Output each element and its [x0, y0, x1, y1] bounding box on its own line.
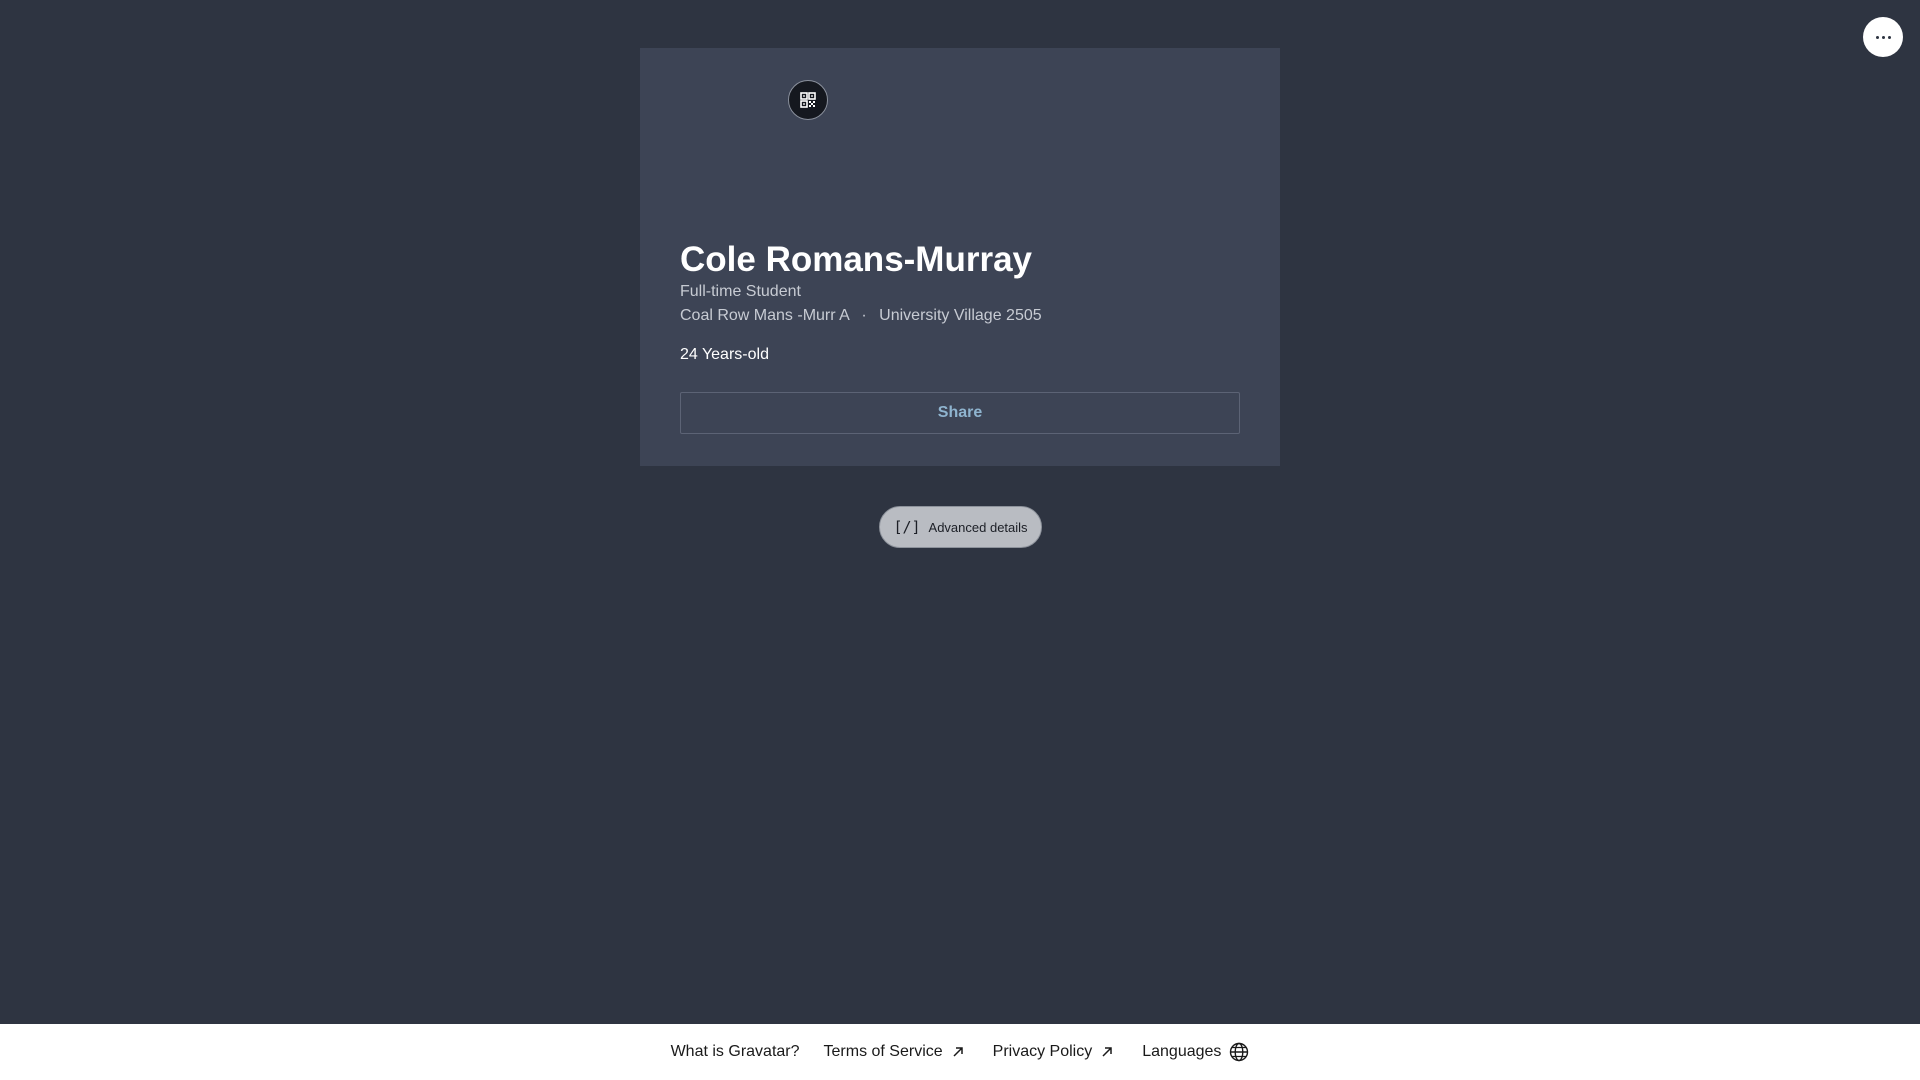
privacy-policy-link[interactable]: Privacy Policy — [993, 1043, 1115, 1061]
profile-card: Cole Romans-Murray Full-time Student Coa… — [640, 48, 1280, 466]
advanced-details-button[interactable]: [/] Advanced details — [879, 506, 1042, 548]
job-title: Full-time Student — [680, 283, 801, 300]
what-is-gravatar-link[interactable]: What is Gravatar? — [671, 1043, 800, 1061]
location-line: Coal Row Mans -Murr A · University Villa… — [680, 307, 1042, 325]
languages-link[interactable]: Languages — [1142, 1042, 1249, 1062]
ellipsis-horizontal-icon — [1875, 35, 1891, 39]
external-arrow-icon — [953, 1047, 963, 1057]
globe-icon — [1230, 1042, 1249, 1062]
qr-code-button[interactable] — [788, 80, 828, 120]
share-button[interactable]: Share — [680, 392, 1240, 434]
languages-label: Languages — [1142, 1043, 1222, 1060]
what-is-gravatar-label: What is Gravatar? — [670, 1043, 800, 1060]
age-text: 24 Years-old — [680, 346, 769, 363]
terms-of-service-link[interactable]: Terms of Service — [824, 1043, 965, 1061]
privacy-policy-label: Privacy Policy — [992, 1043, 1093, 1060]
location-separator: · — [861, 307, 867, 324]
location-secondary: University Village 2505 — [879, 307, 1042, 324]
qr-code-icon — [800, 92, 816, 108]
terms-of-service-label: Terms of Service — [823, 1043, 943, 1060]
advanced-details-label: Advanced details — [928, 519, 1028, 535]
location-primary: Coal Row Mans -Murr A — [680, 307, 849, 324]
more-options-button[interactable] — [1863, 17, 1903, 57]
code-brackets-icon: [/] — [893, 518, 921, 536]
profile-name: Cole Romans-Murray — [680, 240, 1033, 279]
external-arrow-icon — [1102, 1047, 1112, 1057]
footer: What is Gravatar? Terms of Service Priva… — [0, 1024, 1920, 1080]
